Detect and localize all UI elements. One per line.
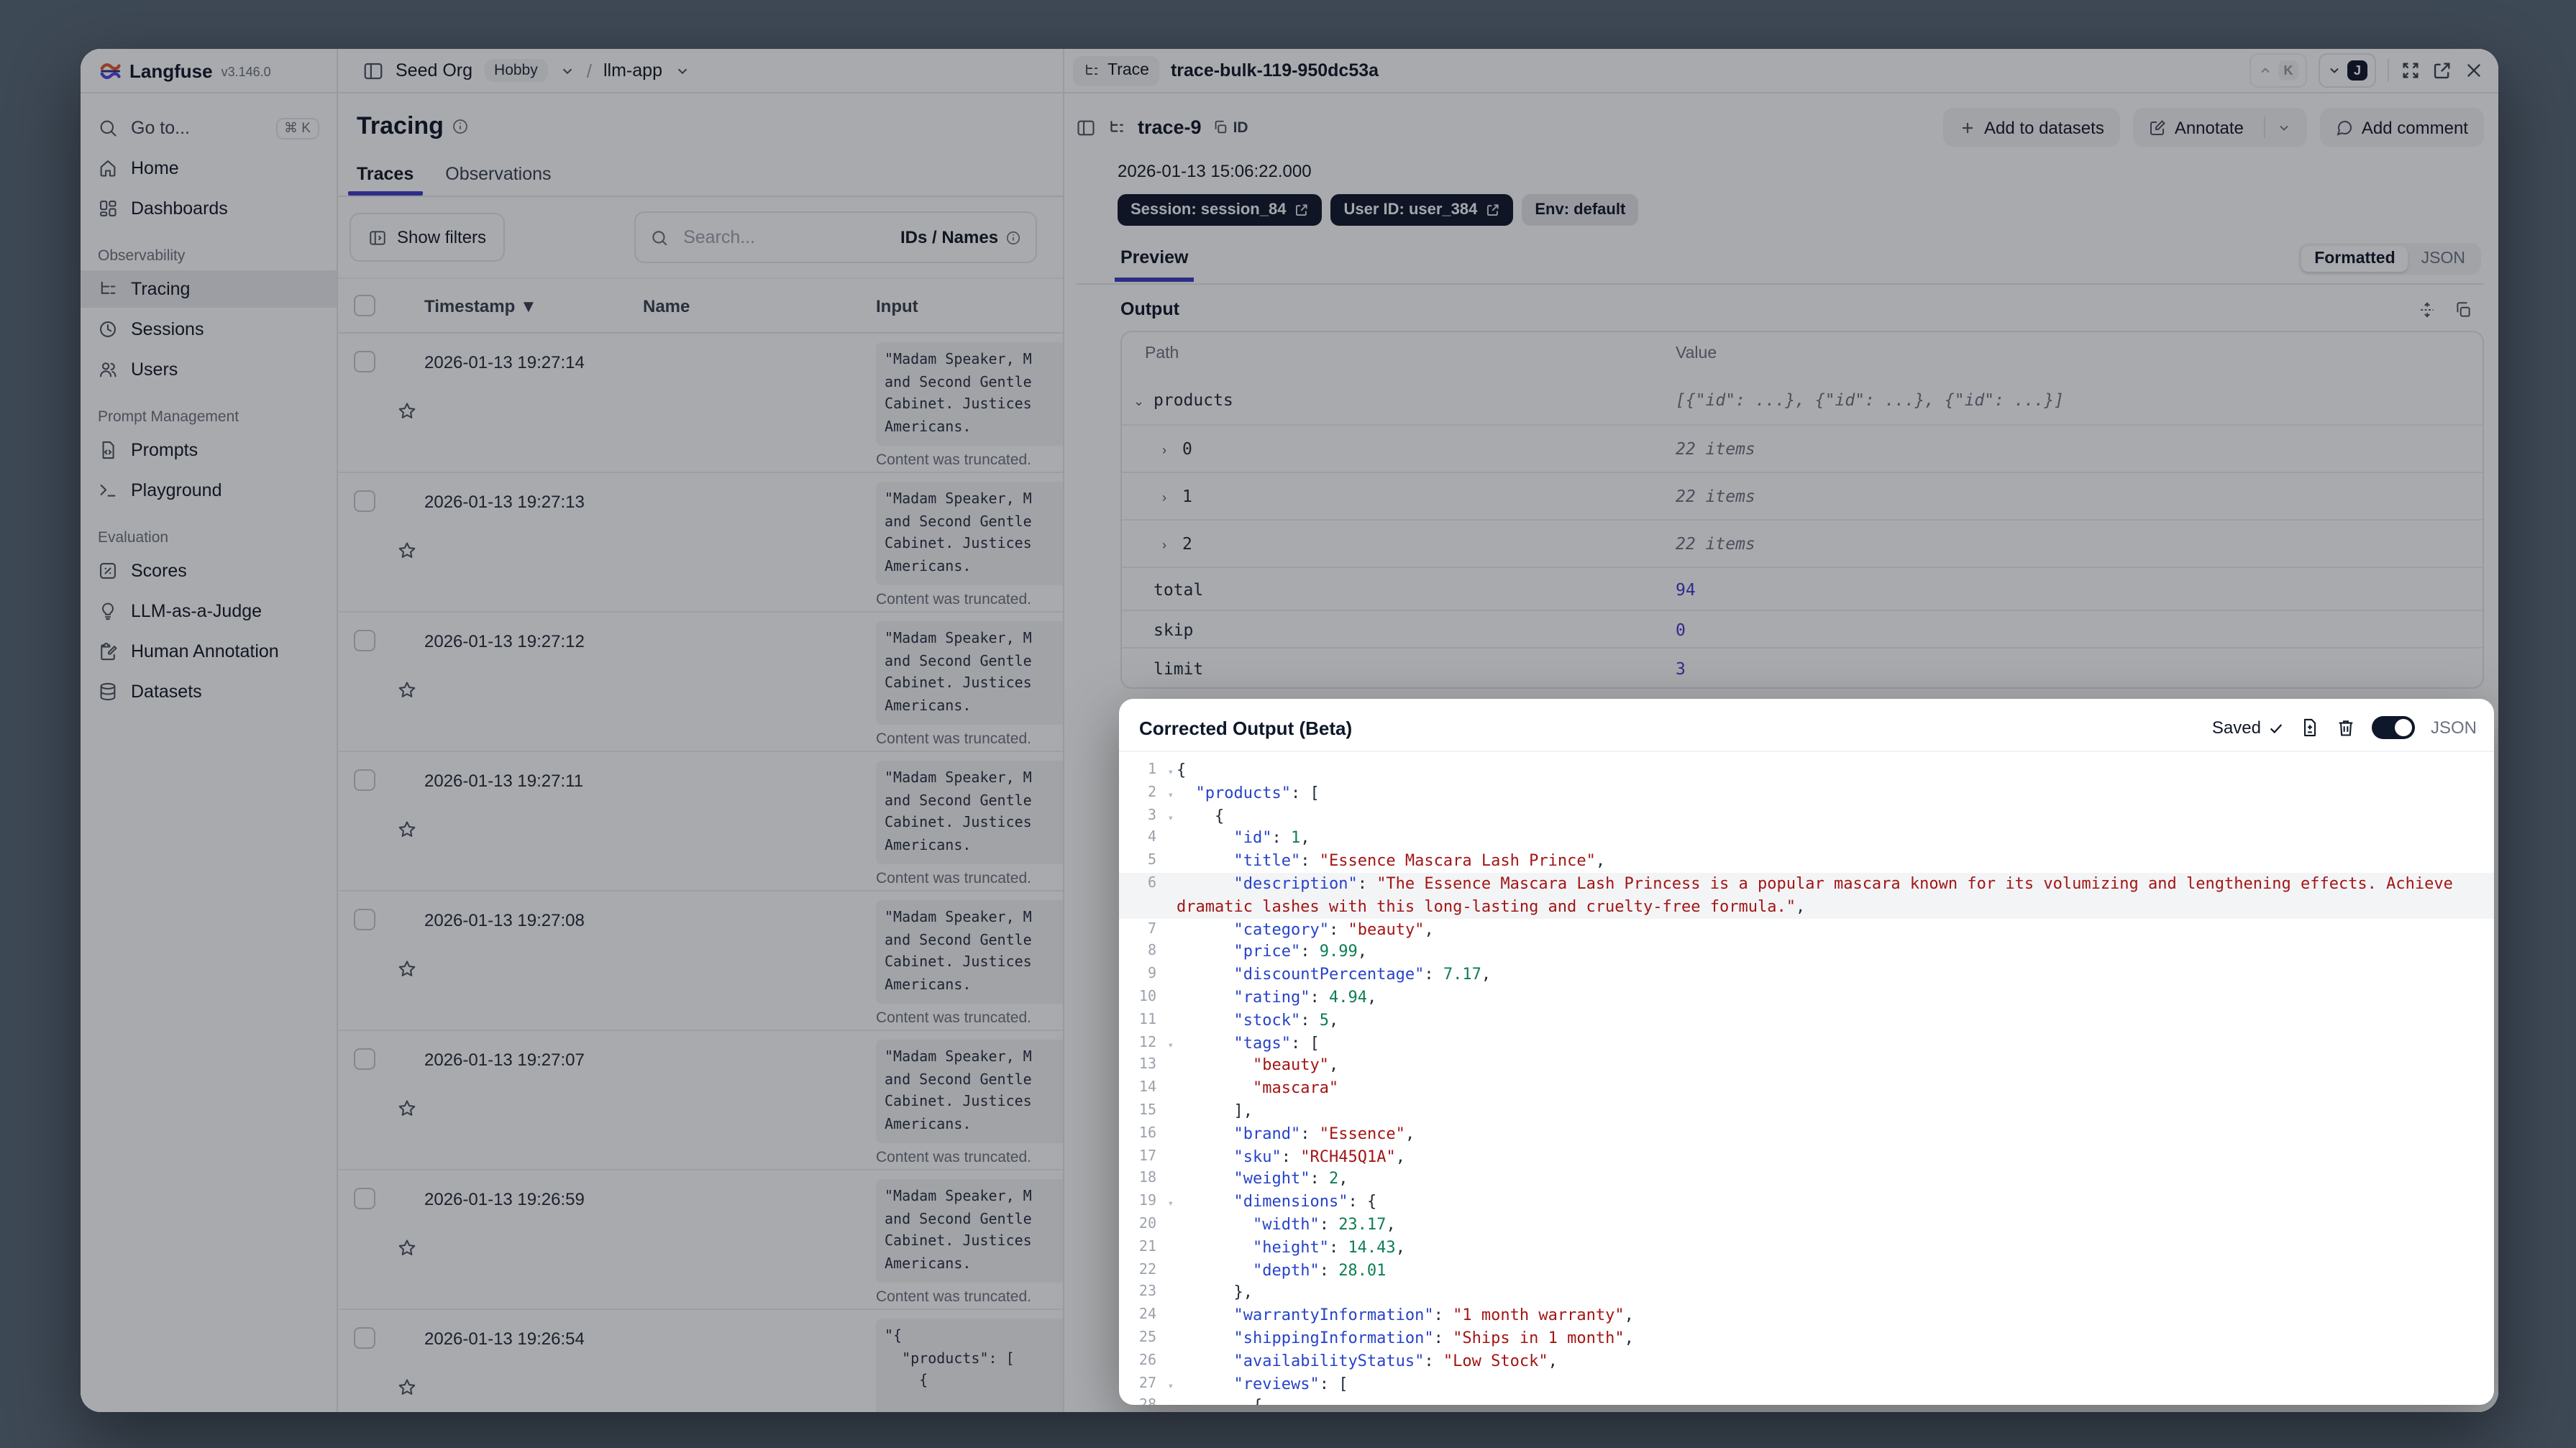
line-number: 17 (1138, 1148, 1156, 1165)
code-text: "mascara" (1252, 1078, 1339, 1098)
line-number: 14 (1138, 1080, 1156, 1096)
editor-line[interactable]: 23 }, (1119, 1282, 2494, 1305)
editor-line[interactable]: 21 "height": 14.43, (1119, 1236, 2494, 1259)
line-number: 10 (1138, 989, 1156, 1005)
editor-line[interactable]: 3 ▾ { (1119, 805, 2494, 828)
editor-line[interactable]: 24 "warrantyInformation": "1 month warra… (1119, 1304, 2494, 1327)
code-text: "stock": 5, (1233, 1010, 1339, 1030)
line-number: 7 (1147, 921, 1156, 938)
code-text: "dimensions": { (1233, 1192, 1377, 1211)
code-text: { (1177, 1396, 2494, 1405)
line-number: 6 (1147, 875, 1156, 892)
fold-chevron-icon[interactable]: ▾ (1168, 1398, 1174, 1405)
editor-line[interactable]: 10 "rating": 4.94, (1119, 986, 2494, 1009)
line-number: 23 (1138, 1284, 1156, 1301)
line-number: 2 ▾ (1119, 782, 1177, 805)
code-text: { (1177, 761, 1187, 779)
editor-line[interactable]: 26 "availabilityStatus": "Low Stock", (1119, 1350, 2494, 1373)
editor-line[interactable]: 8 "price": 9.99, (1119, 941, 2494, 964)
line-number: 18 (1138, 1170, 1156, 1187)
editor-line[interactable]: 14 "mascara" (1119, 1077, 2494, 1100)
editor-line[interactable]: 9 "discountPercentage": 7.17, (1119, 963, 2494, 986)
code-text: "category": "beauty", (1233, 920, 1434, 939)
code-text: "beauty", (1252, 1055, 1339, 1075)
code-text: "brand": "Essence", (1233, 1124, 1415, 1143)
editor-line[interactable]: 12 ▾ "tags": [ (1119, 1032, 2494, 1055)
check-icon (2268, 720, 2284, 736)
editor-line[interactable]: 27 ▾ "reviews": [ (1119, 1373, 2494, 1396)
json-toggle-label: JSON (2430, 718, 2477, 738)
line-number: 16 (1138, 1125, 1156, 1142)
line-number: 12 ▾ (1119, 1032, 1177, 1055)
code-text: "warrantyInformation": "1 month warranty… (1233, 1306, 1634, 1325)
json-toggle-switch[interactable] (2371, 716, 2415, 739)
editor-line[interactable]: 20 "width": 23.17, (1119, 1214, 2494, 1237)
code-text: "id": 1, (1233, 828, 1310, 848)
code-text: "products": [ (1195, 783, 1320, 802)
line-number: 1 ▾ (1119, 759, 1177, 782)
line-number: 27 ▾ (1119, 1373, 1177, 1396)
editor-line[interactable]: 16 "brand": "Essence", (1119, 1123, 2494, 1146)
line-number: 13 (1138, 1057, 1156, 1073)
line-number: 28▾ (1119, 1396, 1177, 1405)
editor-line[interactable]: 22 "depth": 28.01 (1119, 1259, 2494, 1282)
code-text: "availabilityStatus": "Low Stock", (1233, 1351, 1558, 1370)
editor-line[interactable]: 28▾ { (1119, 1396, 2494, 1405)
code-text: "height": 14.43, (1252, 1237, 1405, 1257)
line-number: 19 ▾ (1119, 1191, 1177, 1214)
trash-icon[interactable] (2336, 718, 2356, 738)
editor-line[interactable]: 19 ▾ "dimensions": { (1119, 1191, 2494, 1214)
code-text: "title": "Essence Mascara Lash Prince", (1233, 851, 1606, 871)
line-number: 20 (1138, 1216, 1156, 1232)
code-text: "shippingInformation": "Ships in 1 month… (1233, 1328, 1634, 1347)
code-text: { (1177, 806, 1225, 825)
code-text: "depth": 28.01 (1252, 1260, 1387, 1280)
editor-line[interactable]: 7 "category": "beauty", (1119, 918, 2494, 941)
line-number: 26 (1138, 1352, 1156, 1369)
saved-status: Saved (2212, 718, 2284, 738)
editor-line[interactable]: 25 "shippingInformation": "Ships in 1 mo… (1119, 1327, 2494, 1350)
code-text: ], (1177, 1101, 1253, 1120)
screenshot-stage: Langfuse v3.146.0 Seed Org Hobby / llm-a… (0, 0, 2576, 1448)
editor-line[interactable]: 11 "stock": 5, (1119, 1009, 2494, 1032)
line-number: 11 (1138, 1012, 1156, 1028)
editor-line[interactable]: 5 "title": "Essence Mascara Lash Prince"… (1119, 850, 2494, 873)
code-text: "rating": 4.94, (1233, 987, 1377, 1007)
code-text: "tags": [ (1233, 1033, 1320, 1053)
line-number: 25 (1138, 1329, 1156, 1346)
editor-line[interactable]: 4 "id": 1, (1119, 828, 2494, 851)
code-text: "sku": "RCH45Q1A", (1233, 1147, 1405, 1166)
line-number: 22 (1138, 1262, 1156, 1278)
app-window: Langfuse v3.146.0 Seed Org Hobby / llm-a… (81, 49, 2498, 1412)
editor-line[interactable]: 1 ▾{ (1119, 759, 2494, 782)
editor-line[interactable]: 18 "weight": 2, (1119, 1168, 2494, 1191)
code-text: "discountPercentage": 7.17, (1233, 965, 1492, 984)
line-number: 3 ▾ (1119, 805, 1177, 828)
line-number: 5 (1147, 853, 1156, 869)
json-editor[interactable]: 1 ▾{2 ▾ "products": [3 ▾ {4 "id": 1, 5 "titl… (1119, 751, 2494, 1405)
editor-line[interactable]: 17 "sku": "RCH45Q1A", (1119, 1145, 2494, 1168)
line-number: 24 (1138, 1307, 1156, 1324)
line-number: 8 (1147, 943, 1156, 960)
corrected-output-panel: Corrected Output (Beta) Saved JSON 1 ▾ {… (1119, 699, 2494, 1405)
editor-line[interactable]: 6 "description": "The Essence Mascara La… (1119, 872, 2494, 919)
line-number: 15 (1138, 1102, 1156, 1119)
editor-line[interactable]: 15 ], (1119, 1100, 2494, 1123)
code-text: "width": 23.17, (1252, 1214, 1396, 1234)
line-number: 9 (1147, 966, 1156, 983)
code-text: }, (1177, 1283, 1253, 1302)
editor-line[interactable]: 2 ▾ "products": [ (1119, 782, 2494, 805)
line-number: 4 (1147, 830, 1156, 846)
code-text: "description": "The Essence Mascara Lash… (1177, 874, 2463, 916)
editor-line[interactable]: 13 "beauty", (1119, 1055, 2494, 1078)
corrected-output-title: Corrected Output (Beta) (1139, 717, 1353, 738)
file-diff-icon[interactable] (2300, 718, 2320, 738)
code-text: "weight": 2, (1233, 1169, 1348, 1188)
code-text: "reviews": [ (1233, 1374, 1348, 1393)
line-number: 21 (1138, 1239, 1156, 1255)
code-text: "price": 9.99, (1233, 942, 1367, 961)
